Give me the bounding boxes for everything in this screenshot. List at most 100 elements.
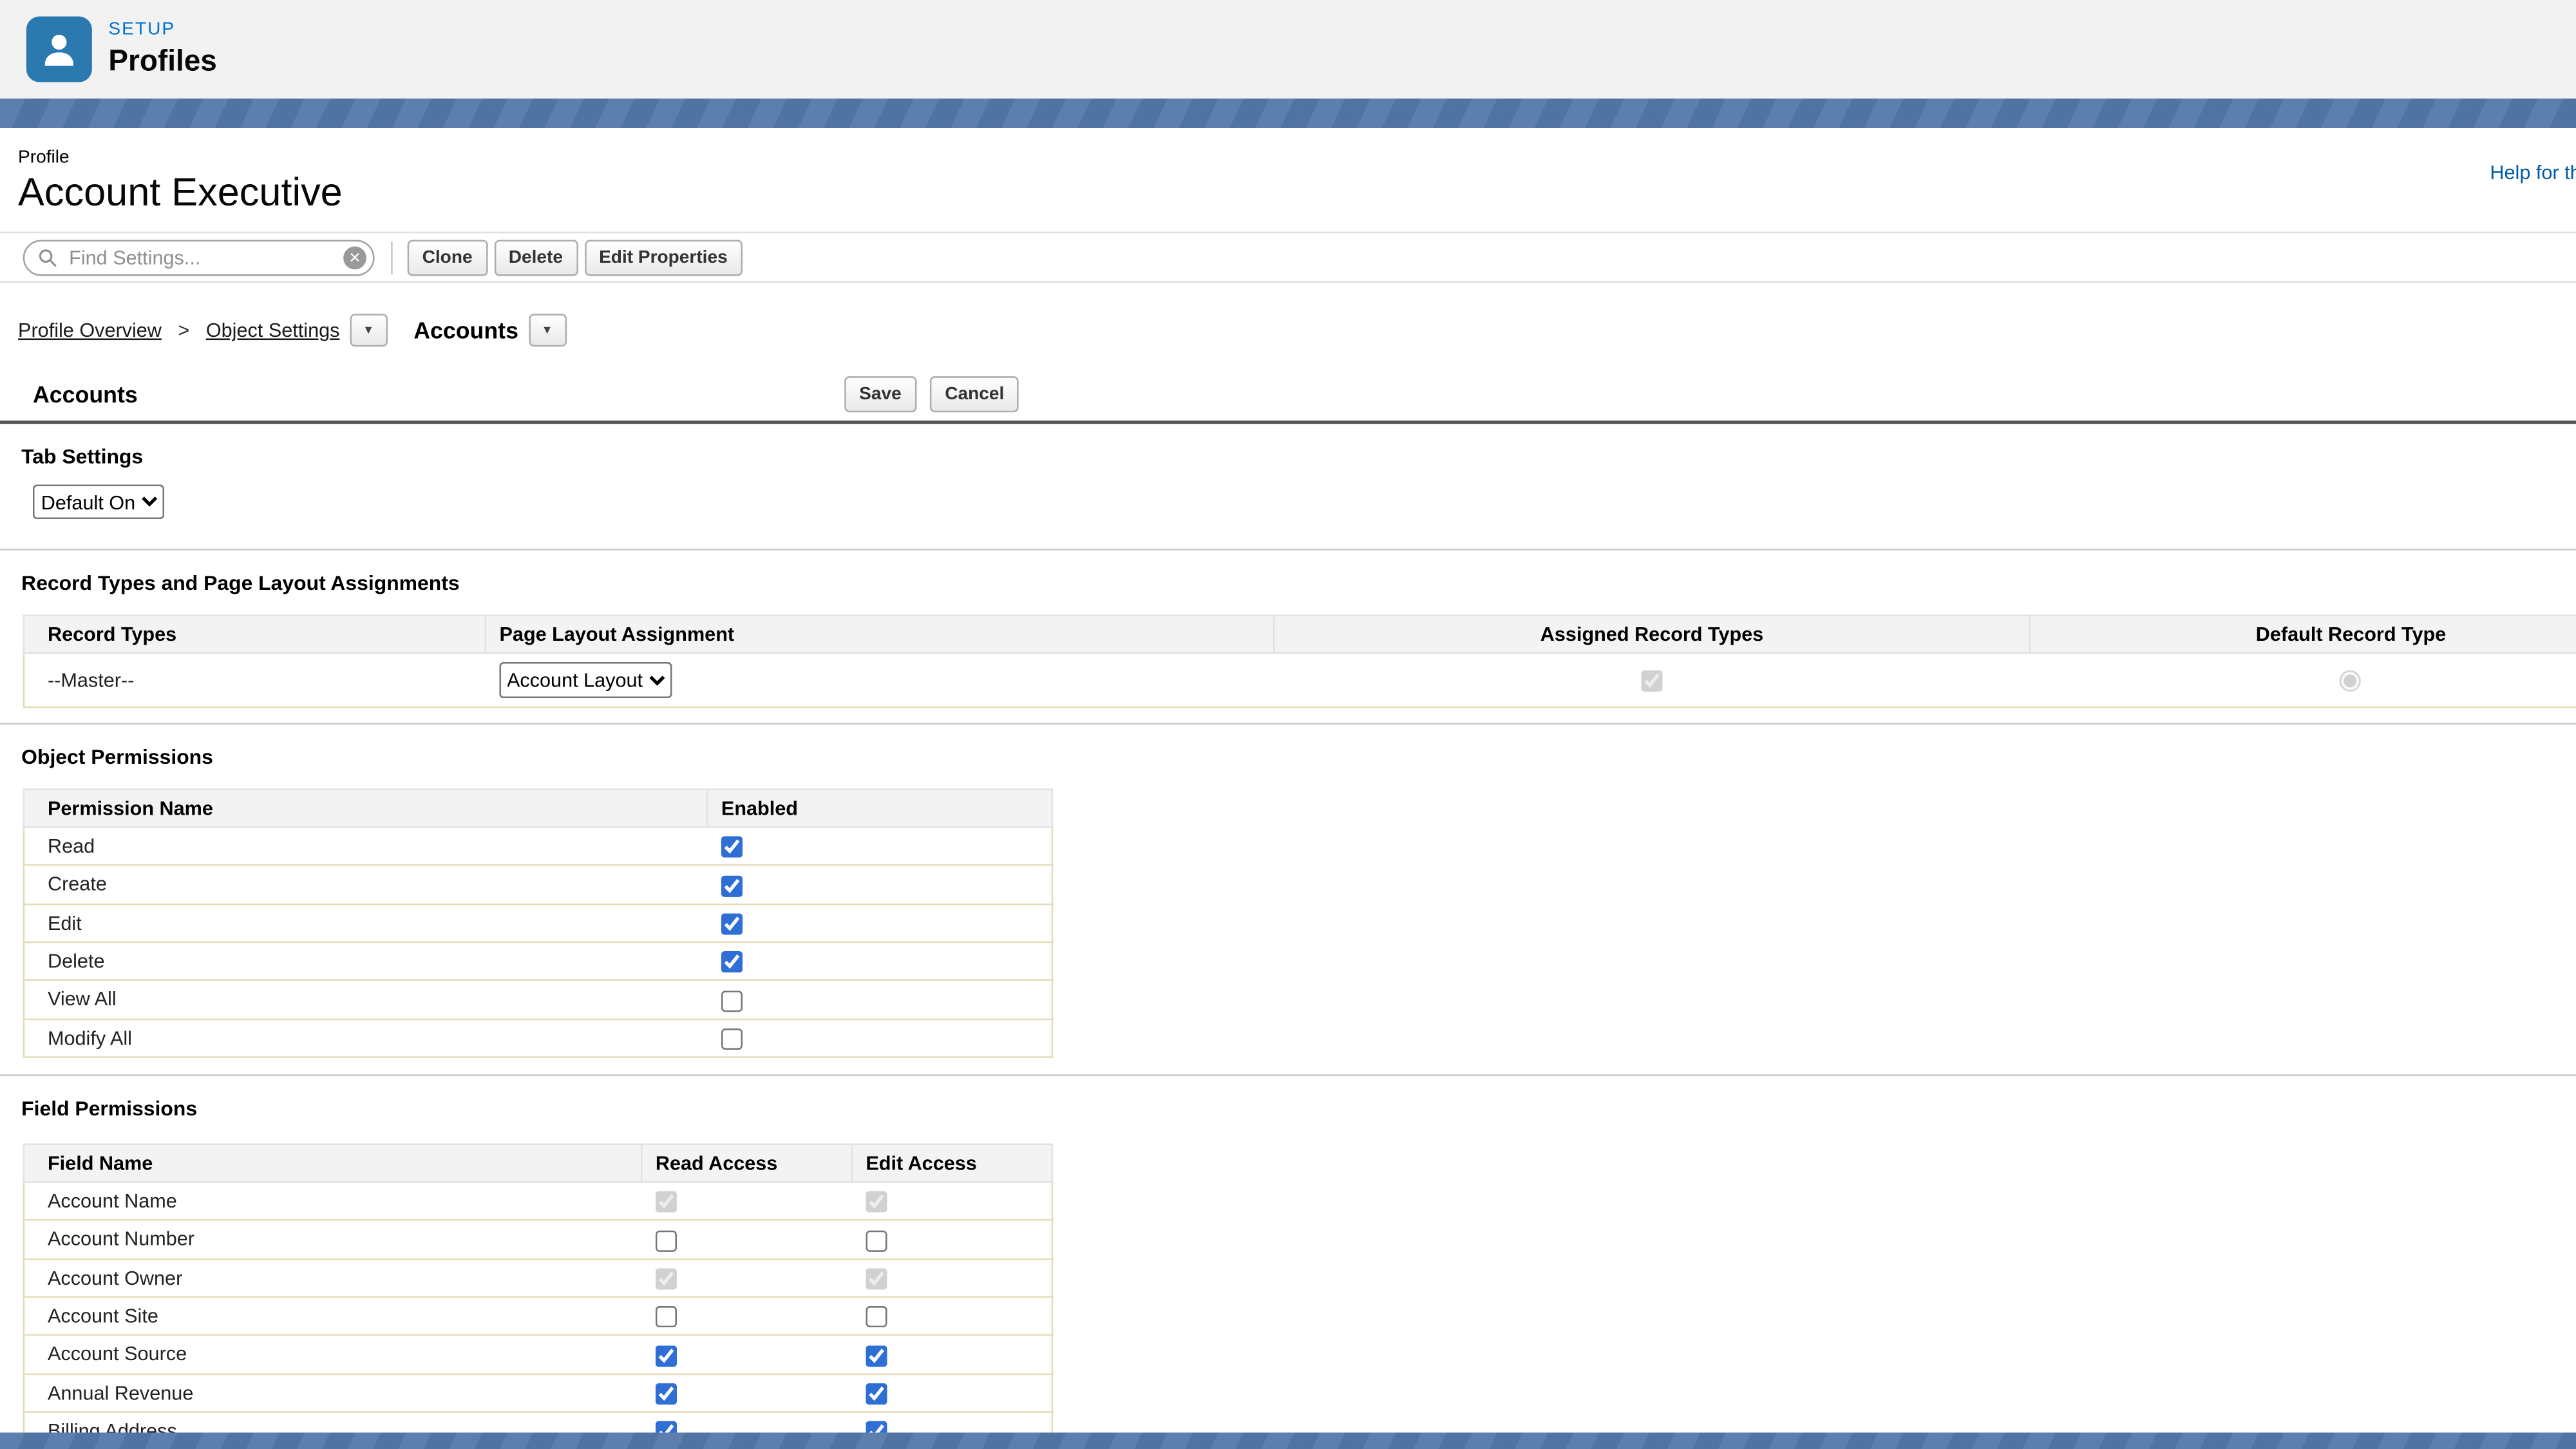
annual-revenue-edit-checkbox[interactable] <box>865 1383 887 1405</box>
permission-enabled-cell <box>707 942 1054 981</box>
toolbar-separator <box>391 240 393 274</box>
object-settings-dropdown-button[interactable]: ▼ <box>349 314 388 347</box>
section-divider <box>0 549 2576 551</box>
field-name: Account Source <box>23 1335 642 1375</box>
record-types-title: Record Types and Page Layout Assignments <box>21 571 460 595</box>
annual-revenue-read-checkbox[interactable] <box>654 1383 676 1405</box>
delete-button[interactable]: Delete <box>493 239 578 276</box>
help-link[interactable]: Help for th <box>2490 161 2576 184</box>
breadcrumb-profile-overview[interactable]: Profile Overview <box>18 319 162 342</box>
accounts-dropdown-button[interactable]: ▼ <box>528 314 566 347</box>
account-number-edit-checkbox[interactable] <box>865 1229 887 1251</box>
record-type-name: --Master-- <box>23 653 486 708</box>
field-name: Account Site <box>23 1296 642 1336</box>
edit-access-cell <box>851 1182 1054 1222</box>
toolbar: ✕ Clone Delete Edit Properties <box>0 231 2576 283</box>
page-title: Account Executive <box>18 171 343 216</box>
create-enabled-checkbox[interactable] <box>720 875 742 896</box>
modify-all-enabled-checkbox[interactable] <box>720 1028 742 1050</box>
section-divider <box>0 1074 2576 1076</box>
search-icon <box>39 249 57 266</box>
field-permission-row: Account Site <box>23 1296 1054 1336</box>
tab-settings-select[interactable]: Default On <box>33 484 165 520</box>
breadcrumb: Profile Overview > Object Settings ▼ Acc… <box>0 283 2576 350</box>
account-source-edit-checkbox[interactable] <box>865 1345 887 1367</box>
field-permissions-header-row: Field Name Read Access Edit Access <box>23 1143 1054 1183</box>
read-access-cell <box>641 1258 852 1298</box>
page-layout-select[interactable]: Account Layout <box>498 662 672 699</box>
permission-name: View All <box>23 980 708 1020</box>
field-permissions-body: Account Name Account Number Account Owner A… <box>23 1182 1054 1449</box>
column-header-enabled: Enabled <box>706 788 1054 828</box>
field-permissions-table: Field Name Read Access Edit Access Accou… <box>23 1143 1054 1449</box>
account-site-edit-checkbox[interactable] <box>865 1306 887 1328</box>
save-button[interactable]: Save <box>844 376 916 413</box>
permission-enabled-cell <box>707 980 1054 1020</box>
record-types-header-row: Record Types Page Layout Assignment Assi… <box>23 614 2576 654</box>
object-permission-row: Read <box>23 827 1054 867</box>
column-header-permission-name: Permission Name <box>23 788 708 828</box>
entity-label: Profile <box>18 147 70 168</box>
setup-label: SETUP <box>108 19 176 40</box>
column-header-edit-access: Edit Access <box>851 1143 1054 1183</box>
accounts-section-header: Accounts Save Cancel <box>0 373 2576 424</box>
account-source-read-checkbox[interactable] <box>654 1345 676 1367</box>
field-name: Annual Revenue <box>23 1373 642 1413</box>
object-permissions-body: Read Create Edit Delete View All Modify All <box>23 827 1054 1058</box>
object-permission-row: Edit <box>23 904 1054 943</box>
account-owner-read-checkbox <box>654 1268 676 1290</box>
record-types-body: --Master-- Account Layout <box>23 653 2576 708</box>
object-permission-row: View All <box>23 980 1054 1020</box>
page-head: Profile Account Executive Help for th <box>0 128 2576 217</box>
field-permission-row: Annual Revenue <box>23 1373 1054 1413</box>
default-record-type-radio <box>2340 670 2362 692</box>
field-permission-row: Account Owner <box>23 1258 1054 1298</box>
account-owner-edit-checkbox <box>865 1268 887 1290</box>
read-access-cell <box>641 1182 852 1222</box>
column-header-record-types: Record Types <box>23 614 487 654</box>
read-access-cell <box>641 1335 852 1375</box>
default-record-type-cell <box>2029 653 2576 708</box>
setup-header: SETUP Profiles <box>0 0 2576 99</box>
search-box: ✕ <box>23 239 375 276</box>
column-header-assigned-record-types: Assigned Record Types <box>1273 614 2031 654</box>
page-layout-cell: Account Layout <box>485 653 1274 708</box>
object-permission-row: Modify All <box>23 1018 1054 1058</box>
brand-band-bottom <box>0 1432 2576 1449</box>
edit-access-cell <box>851 1220 1054 1260</box>
edit-access-cell <box>851 1373 1054 1413</box>
account-name-read-checkbox <box>654 1191 676 1213</box>
permission-enabled-cell <box>707 865 1054 905</box>
object-permissions-title: Object Permissions <box>21 746 213 769</box>
permission-name: Read <box>23 827 708 867</box>
chevron-down-icon: ▼ <box>363 324 374 336</box>
read-enabled-checkbox[interactable] <box>720 837 742 858</box>
read-access-cell <box>641 1373 852 1413</box>
clear-search-icon[interactable]: ✕ <box>343 245 366 269</box>
clone-button[interactable]: Clone <box>407 239 488 276</box>
field-name: Account Number <box>23 1220 642 1260</box>
account-number-read-checkbox[interactable] <box>654 1229 676 1251</box>
permission-enabled-cell <box>707 1018 1054 1058</box>
permission-enabled-cell <box>707 827 1054 867</box>
assigned-record-type-checkbox <box>1641 670 1663 692</box>
account-site-read-checkbox[interactable] <box>654 1306 676 1328</box>
section-header-buttons: Save Cancel <box>844 376 1025 413</box>
brand-band <box>0 99 2576 128</box>
read-access-cell <box>641 1296 852 1336</box>
edit-access-cell <box>851 1335 1054 1375</box>
cancel-button[interactable]: Cancel <box>930 376 1019 413</box>
search-input[interactable] <box>66 243 344 270</box>
edit-enabled-checkbox[interactable] <box>720 913 742 935</box>
field-name: Account Name <box>23 1182 642 1222</box>
view-all-enabled-checkbox[interactable] <box>720 990 742 1012</box>
field-permission-row: Account Source <box>23 1335 1054 1375</box>
permission-name: Modify All <box>23 1018 708 1058</box>
permission-enabled-cell <box>707 904 1054 943</box>
section-divider <box>0 723 2576 724</box>
breadcrumb-object-settings[interactable]: Object Settings <box>206 319 340 342</box>
account-name-edit-checkbox <box>865 1191 887 1213</box>
edit-properties-button[interactable]: Edit Properties <box>584 239 743 276</box>
profiles-setup-page: SETUP Profiles Profile Account Executive… <box>0 0 2576 1449</box>
delete-enabled-checkbox[interactable] <box>720 951 742 974</box>
